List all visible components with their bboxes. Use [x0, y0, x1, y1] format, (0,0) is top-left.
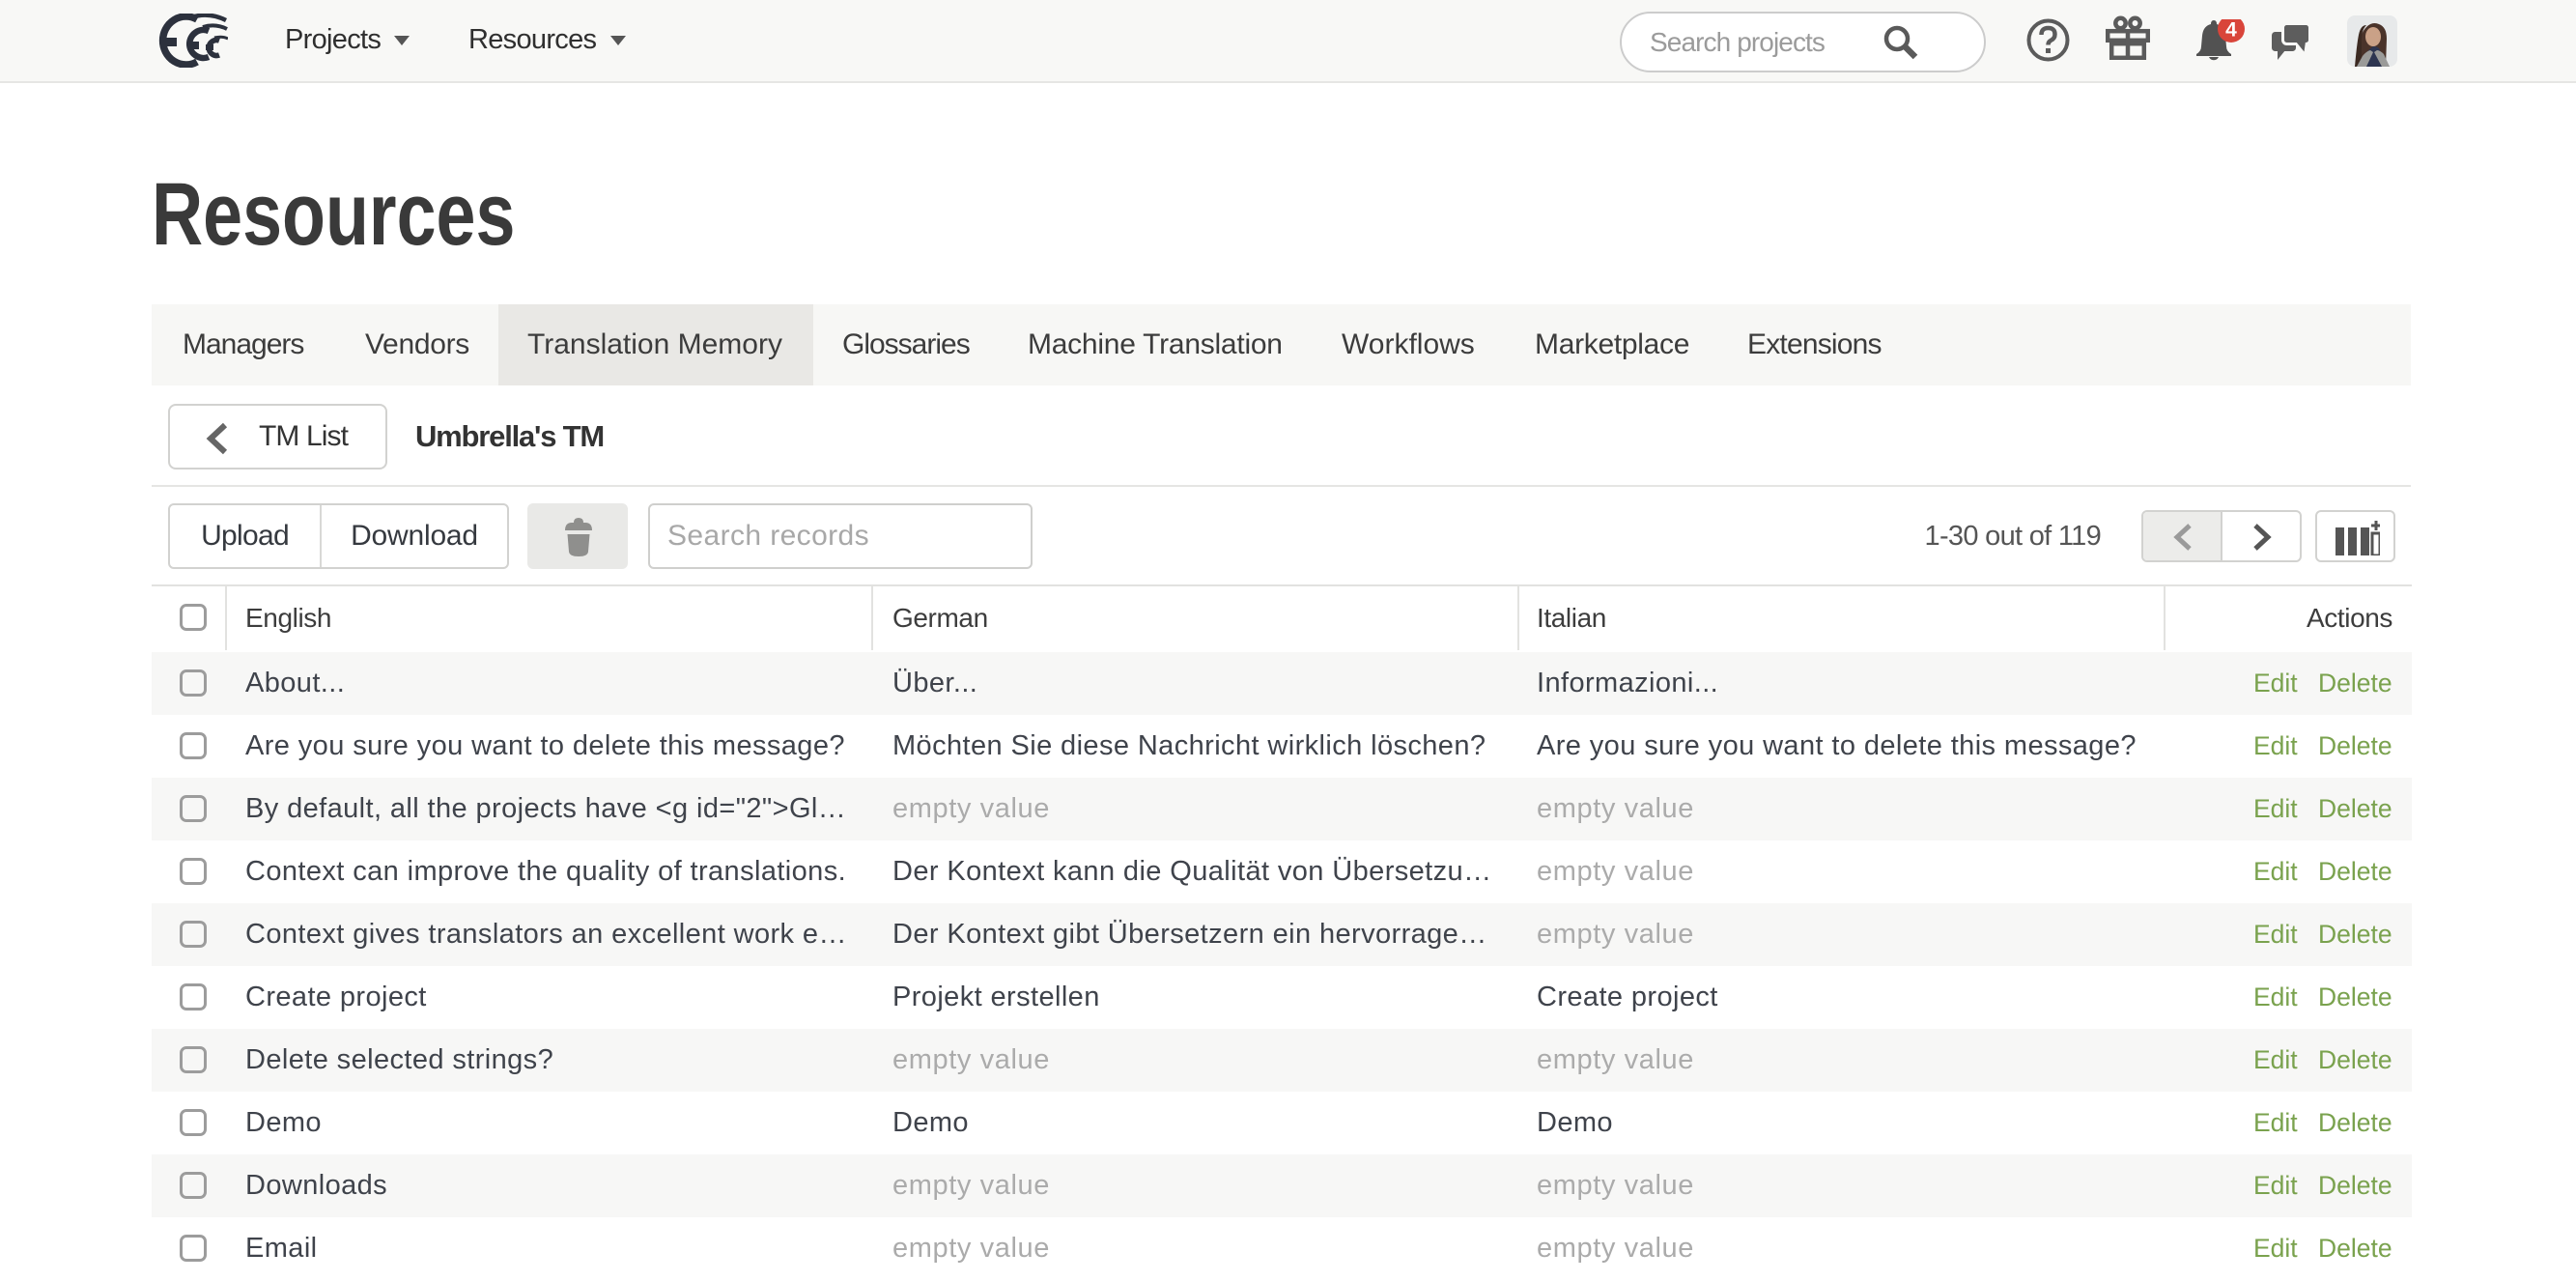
- svg-text:4: 4: [2225, 19, 2237, 42]
